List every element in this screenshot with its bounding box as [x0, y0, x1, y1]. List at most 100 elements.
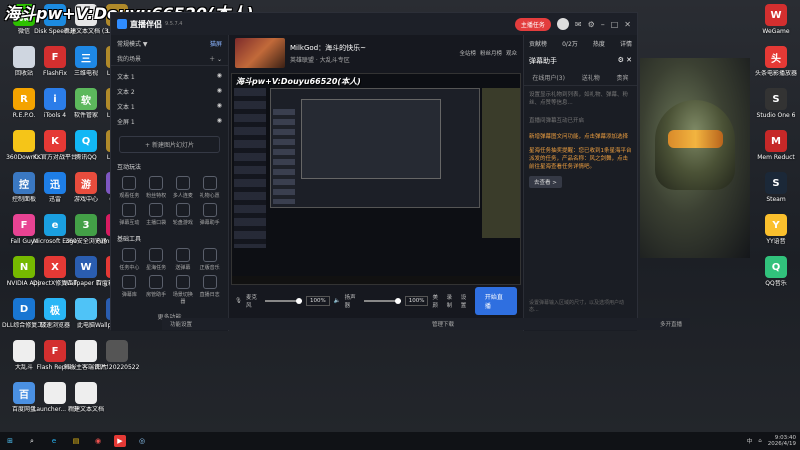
- scene-tools-icon[interactable]: ＋ ⌄: [209, 54, 222, 63]
- mic-volume-slider[interactable]: [265, 298, 303, 304]
- mic-icon[interactable]: 🎙: [235, 298, 242, 304]
- live-companion-icon[interactable]: ▶: [114, 435, 126, 447]
- mic-label: 麦克风: [245, 295, 257, 309]
- wegame-icon[interactable]: W WeGame: [754, 4, 798, 48]
- speaker-volume-slider[interactable]: [363, 298, 401, 304]
- eye-icon[interactable]: ◉: [217, 102, 222, 111]
- bottom-downloads[interactable]: 管理下载: [432, 320, 454, 328]
- add-scene-button[interactable]: + 新建图片幻灯片: [119, 136, 220, 153]
- directx-icon-glyph: X: [44, 256, 66, 278]
- scene-item[interactable]: 文本 1 ◉: [117, 99, 222, 114]
- basic-tool[interactable]: 弹幕库: [117, 275, 142, 305]
- obs-icon[interactable]: ◉: [92, 435, 104, 447]
- right-top-item[interactable]: 热度: [593, 39, 605, 48]
- yy-icon[interactable]: Y YY语音: [754, 214, 798, 258]
- beauty-button[interactable]: 美颜: [432, 293, 442, 309]
- settings-button[interactable]: 设置: [461, 293, 471, 309]
- tool-icon: [149, 248, 164, 262]
- mode-right-link[interactable]: 猫屏: [210, 39, 222, 48]
- interactive-tool[interactable]: 礼物心愿: [197, 176, 222, 199]
- settings-icon[interactable]: ⚙: [588, 20, 595, 29]
- basic-tool[interactable]: 正版音乐: [197, 248, 222, 271]
- right-top-item[interactable]: 贡献榜: [529, 39, 547, 48]
- basic-tool[interactable]: 直播日志: [197, 275, 222, 305]
- tools-title: 基础工具: [117, 236, 142, 243]
- recycle-bin-icon-glyph: [13, 46, 35, 68]
- basic-tool[interactable]: 任务中心: [117, 248, 142, 271]
- explorer-icon[interactable]: ▤: [70, 435, 82, 447]
- eye-icon[interactable]: ◉: [217, 117, 222, 126]
- interactive-tool[interactable]: 多人连麦: [171, 176, 196, 199]
- danmu-tab[interactable]: 贵宾: [617, 73, 629, 82]
- maximize-icon[interactable]: □: [611, 20, 619, 29]
- stream-stat[interactable]: 观众: [506, 49, 517, 57]
- basic-tool[interactable]: 星海任务: [144, 248, 169, 271]
- notice-feature: 新增弹幕图文问功能，点击弹幕添加选择: [529, 134, 629, 140]
- interactive-tool[interactable]: 弹幕互动: [117, 203, 142, 226]
- minimize-icon[interactable]: –: [601, 20, 605, 29]
- eye-icon[interactable]: ◉: [217, 72, 222, 81]
- edge-icon[interactable]: e: [48, 435, 60, 447]
- mode-dropdown[interactable]: 常规模式 ▼: [117, 39, 148, 48]
- steam-taskbar-icon[interactable]: ◎: [136, 435, 148, 447]
- mic-volume-value[interactable]: 100%: [306, 296, 330, 306]
- steam-icon[interactable]: S Steam: [754, 172, 798, 216]
- stream-cover[interactable]: [235, 38, 285, 68]
- preview-nested-window: [270, 88, 480, 208]
- player-icon[interactable]: 头头条电影播放器: [754, 46, 798, 90]
- tool-label: 房管助手: [146, 292, 167, 298]
- qq-music-icon[interactable]: Q QQ音乐: [754, 256, 798, 300]
- tv-icon-glyph: 三: [75, 46, 97, 68]
- scene-item[interactable]: 文本 2 ◉: [117, 84, 222, 99]
- interactive-tool[interactable]: 轮盘游戏: [171, 203, 196, 226]
- mem-reduct-icon[interactable]: M Mem Reduct: [754, 130, 798, 174]
- studio-one-icon[interactable]: S Studio One 6: [754, 88, 798, 132]
- anchor-task-button[interactable]: 主播任务: [514, 17, 551, 31]
- stream-preview[interactable]: 海斗pw+V:Douyu66520(本人): [231, 73, 521, 285]
- clock[interactable]: 9:03:40 2026/4/19: [768, 435, 796, 447]
- stream-stat[interactable]: 粉丝月榜: [480, 49, 502, 57]
- app-bottom-bar: 功能设置 管理下载 多开直播: [162, 318, 690, 330]
- basic-tool[interactable]: 房管助手: [144, 275, 169, 305]
- bottom-settings[interactable]: 功能设置: [170, 320, 192, 328]
- image-icon[interactable]: 图片 20220522...: [95, 340, 139, 384]
- avatar[interactable]: [556, 18, 569, 30]
- record-button[interactable]: 录制: [447, 293, 457, 309]
- right-top-item[interactable]: 详情: [620, 39, 632, 48]
- start-icon[interactable]: ⊞: [4, 435, 16, 447]
- interactive-tool[interactable]: 粉丝特权: [144, 176, 169, 199]
- panel-settings-icon[interactable]: ⚙ ✕: [618, 56, 632, 66]
- tool-label: 弹幕库: [121, 292, 137, 298]
- interactive-tool[interactable]: 弹幕助手: [197, 203, 222, 226]
- stream-stat[interactable]: 全站榜: [459, 49, 476, 57]
- tool-label: 任务中心: [119, 265, 140, 271]
- scene-item[interactable]: 文本 1 ◉: [117, 69, 222, 84]
- stream-title[interactable]: MilkGod：海斗的快乐~: [290, 43, 366, 53]
- basic-tool[interactable]: 场景切换器: [171, 275, 196, 305]
- baidu-pan-icon-glyph: 百: [13, 382, 35, 404]
- view-task-button[interactable]: 去查看 >: [529, 176, 562, 188]
- desktop-icon-label: 新建文本文档: [67, 406, 104, 413]
- danmu-tab[interactable]: 在线用户(3): [532, 73, 565, 82]
- start-live-button[interactable]: 开始直播: [474, 287, 517, 315]
- interactive-tool[interactable]: 主播口袋: [144, 203, 169, 226]
- interactive-tool[interactable]: 观看任务: [117, 176, 142, 199]
- basic-tool[interactable]: 送弹幕: [171, 248, 196, 271]
- stream-category[interactable]: 英雄联盟 · 大乱斗专区: [290, 55, 366, 64]
- danmu-tab[interactable]: 送礼物: [582, 73, 600, 82]
- gift-icon[interactable]: ✉: [575, 20, 582, 29]
- search-icon[interactable]: ⌕: [26, 435, 38, 447]
- tab-scenes[interactable]: 我的场景: [117, 54, 141, 63]
- speaker-icon[interactable]: 🔈: [334, 298, 341, 304]
- right-top-item[interactable]: 0/2万: [562, 39, 578, 48]
- network-icon[interactable]: ⌂: [758, 438, 762, 444]
- text-doc-icon[interactable]: 新建文本文档: [64, 382, 108, 426]
- bottom-multi-live[interactable]: 多开直播: [660, 320, 682, 328]
- speaker-volume-value[interactable]: 100%: [404, 296, 429, 306]
- eye-icon[interactable]: ◉: [217, 87, 222, 96]
- speed-browser-icon-glyph: 极: [44, 298, 66, 320]
- scene-item[interactable]: 全屏 1 ◉: [117, 114, 222, 129]
- close-icon[interactable]: ✕: [624, 20, 631, 29]
- tool-label: 正版音乐: [199, 265, 220, 271]
- input-method-icon[interactable]: 中: [747, 437, 753, 445]
